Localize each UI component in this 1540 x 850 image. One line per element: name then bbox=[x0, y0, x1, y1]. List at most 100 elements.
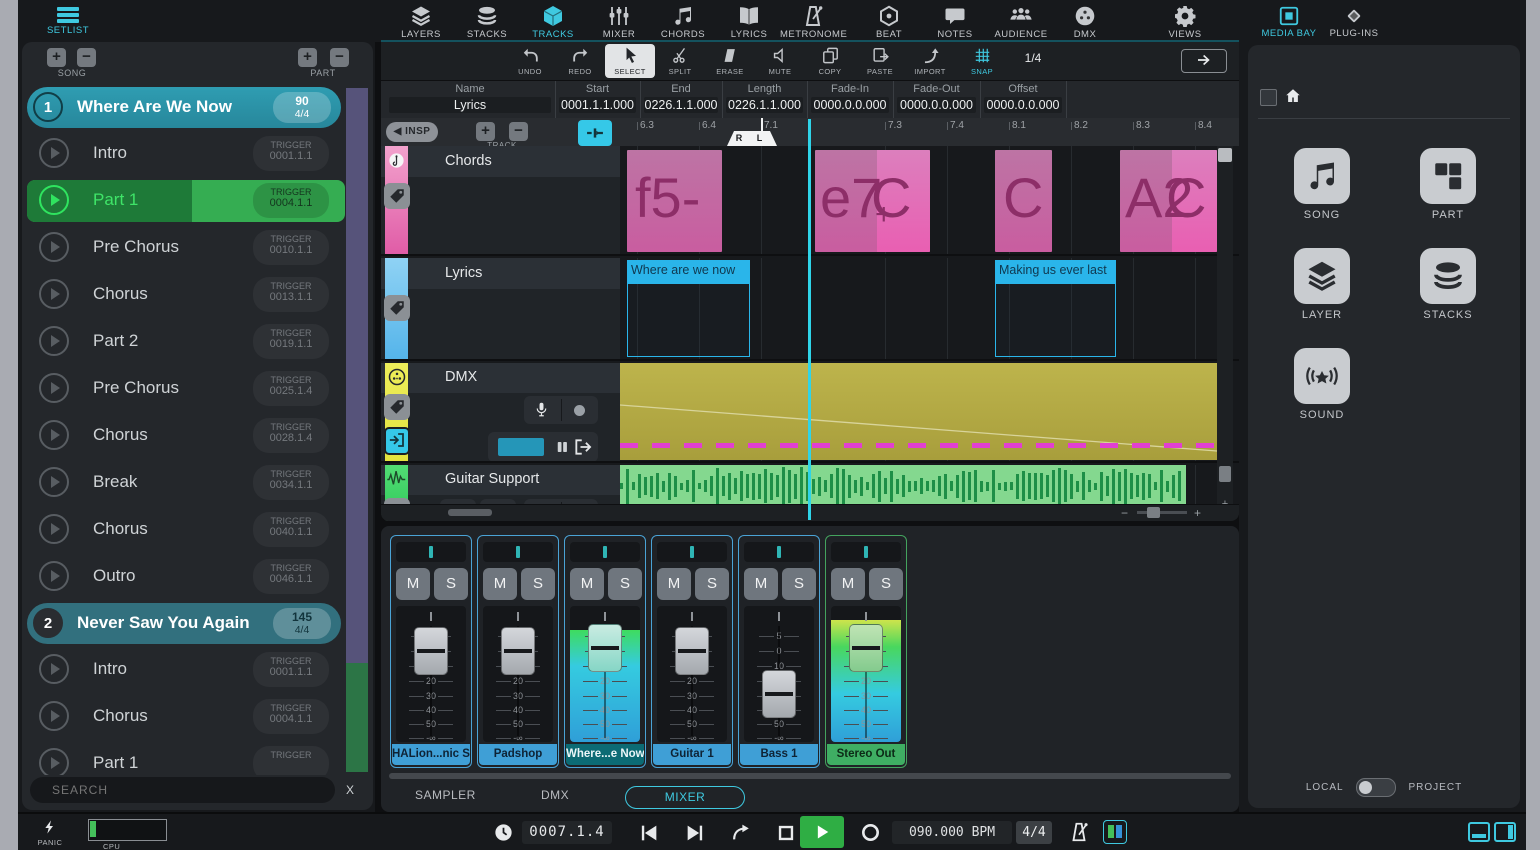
lyric-clip[interactable]: Making us ever last bbox=[995, 260, 1116, 357]
part-play-button[interactable] bbox=[39, 467, 69, 497]
info-field-length[interactable]: Length0226.1.1.000 bbox=[722, 81, 808, 119]
info-field-value[interactable]: Lyrics bbox=[389, 97, 551, 113]
metronome-toggle[interactable] bbox=[1068, 821, 1090, 843]
remove-part-button[interactable]: − bbox=[330, 48, 349, 67]
locator-flag[interactable]: R L bbox=[727, 131, 777, 146]
channel-state-box[interactable] bbox=[831, 542, 901, 562]
grid-value[interactable]: 1/4 bbox=[1011, 51, 1055, 65]
part-item-part-2[interactable]: Part 2TRIGGER0019.1.1 bbox=[27, 321, 345, 363]
part-item-part-1[interactable]: Part 1TRIGGER0004.1.1 bbox=[27, 180, 345, 222]
part-play-button[interactable] bbox=[39, 654, 69, 684]
view-toolbar-notes[interactable]: NOTES bbox=[922, 4, 988, 40]
channel-state-box[interactable] bbox=[570, 542, 640, 562]
solo-button[interactable]: S bbox=[695, 568, 729, 600]
solo-button[interactable]: S bbox=[521, 568, 555, 600]
fader-cap[interactable] bbox=[501, 627, 535, 675]
tool-copy[interactable]: COPY bbox=[805, 44, 855, 76]
retrigger-button[interactable] bbox=[730, 822, 752, 844]
channel-name[interactable]: Stereo Out bbox=[827, 744, 905, 765]
part-play-button[interactable] bbox=[39, 514, 69, 544]
channel-name[interactable]: Bass 1 bbox=[740, 744, 818, 765]
tool-undo[interactable]: UNDO bbox=[505, 44, 555, 76]
add-song-button[interactable]: + bbox=[47, 48, 66, 67]
track-name[interactable]: DMX bbox=[445, 369, 477, 385]
part-play-button[interactable] bbox=[39, 701, 69, 731]
hzoom-plus[interactable]: + bbox=[1194, 506, 1201, 520]
media-item-song[interactable] bbox=[1294, 148, 1350, 204]
local-project-toggle[interactable] bbox=[1356, 778, 1396, 797]
tab-mixer[interactable]: MIXER bbox=[625, 786, 745, 809]
mixer-channel-guitar-1[interactable]: MS501020304050-∞Guitar 1 bbox=[651, 535, 733, 768]
mute-button[interactable]: M bbox=[570, 568, 604, 600]
automation-button[interactable] bbox=[578, 120, 612, 146]
part-play-button[interactable] bbox=[39, 326, 69, 356]
tracks-vscrollbar-handle[interactable] bbox=[1218, 148, 1232, 162]
track-name[interactable]: Guitar Support bbox=[445, 471, 539, 487]
search-input[interactable] bbox=[50, 782, 314, 798]
view-toolbar-audience[interactable]: AUDIENCE bbox=[988, 4, 1054, 40]
part-item-intro[interactable]: IntroTRIGGER0001.1.1 bbox=[27, 649, 345, 691]
solo-button[interactable]: S bbox=[434, 568, 468, 600]
lyric-clip[interactable]: Where are we now bbox=[627, 260, 750, 357]
setlist-scroll-song2[interactable] bbox=[346, 663, 368, 772]
channel-state-box[interactable] bbox=[483, 542, 553, 562]
channel-state-box[interactable] bbox=[657, 542, 727, 562]
previous-part-button[interactable] bbox=[638, 822, 660, 844]
chord-clip[interactable]: C bbox=[995, 150, 1052, 252]
mixer-channel-halion-nic-se[interactable]: MS501020304050-∞HALion...nic SE bbox=[390, 535, 472, 768]
solo-button[interactable]: S bbox=[782, 568, 816, 600]
tag-icon[interactable] bbox=[384, 295, 410, 321]
record-dot[interactable] bbox=[574, 405, 585, 416]
channel-name[interactable]: Where...e Now bbox=[566, 744, 644, 765]
view-toolbar-stacks[interactable]: STACKS bbox=[454, 4, 520, 40]
chord-clip[interactable]: f5- bbox=[627, 150, 722, 252]
audio-clip[interactable] bbox=[620, 465, 1186, 507]
record-button[interactable] bbox=[860, 822, 881, 843]
tool-import[interactable]: IMPORT bbox=[905, 44, 955, 76]
vzoom-handle[interactable] bbox=[1219, 466, 1231, 482]
view-toolbar-tracks[interactable]: TRACKS bbox=[520, 4, 586, 40]
view-toolbar-layers[interactable]: LAYERS bbox=[388, 4, 454, 40]
setlist-scroll-song1[interactable] bbox=[346, 88, 368, 663]
tool-select[interactable]: SELECT bbox=[605, 44, 655, 78]
fader-cap[interactable] bbox=[762, 670, 796, 718]
layout-toggle-right[interactable] bbox=[1494, 822, 1516, 842]
part-item-chorus[interactable]: ChorusTRIGGER0040.1.1 bbox=[27, 509, 345, 551]
forward-button[interactable] bbox=[1181, 49, 1227, 73]
channel-name[interactable]: Padshop bbox=[479, 744, 557, 765]
mixer-scrollbar[interactable] bbox=[389, 773, 1231, 779]
media-item-stacks[interactable] bbox=[1420, 248, 1476, 304]
next-part-button[interactable] bbox=[684, 822, 706, 844]
part-item-break[interactable]: BreakTRIGGER0034.1.1 bbox=[27, 462, 345, 504]
info-field-fadein[interactable]: Fade-In0000.0.0.000 bbox=[807, 81, 894, 119]
channel-name[interactable]: Guitar 1 bbox=[653, 744, 731, 765]
tag-icon[interactable] bbox=[384, 394, 410, 420]
mute-button[interactable]: M bbox=[657, 568, 691, 600]
part-item-intro[interactable]: IntroTRIGGER0001.1.1 bbox=[27, 133, 345, 175]
part-item-pre-chorus[interactable]: Pre ChorusTRIGGER0025.1.4 bbox=[27, 368, 345, 410]
track-name[interactable]: Lyrics bbox=[445, 265, 482, 281]
chord-clip[interactable]: e7C+ bbox=[815, 150, 930, 252]
part-item-chorus[interactable]: ChorusTRIGGER0013.1.1 bbox=[27, 274, 345, 316]
info-field-end[interactable]: End0226.1.1.000 bbox=[640, 81, 723, 119]
song-item-2[interactable]: 2Never Saw You Again1454/4 bbox=[27, 603, 341, 644]
info-field-fadeout[interactable]: Fade-Out0000.0.0.000 bbox=[893, 81, 981, 119]
time-display[interactable]: 0007.1.4 bbox=[522, 821, 612, 844]
right-tab-plug-ins[interactable]: PLUG-INS bbox=[1323, 4, 1385, 39]
mixer-channel-where-e-now[interactable]: MS501020304050-∞Where...e Now bbox=[564, 535, 646, 768]
channel-name[interactable]: HALion...nic SE bbox=[392, 744, 470, 765]
solo-button[interactable]: S bbox=[869, 568, 903, 600]
tool-snap[interactable]: SNAP bbox=[957, 44, 1007, 76]
info-field-value[interactable]: 0000.0.0.000 bbox=[984, 97, 1062, 113]
part-play-button[interactable] bbox=[39, 185, 69, 215]
view-toolbar-lyrics[interactable]: LYRICS bbox=[716, 4, 782, 40]
solo-button[interactable]: S bbox=[608, 568, 642, 600]
search-box[interactable] bbox=[30, 777, 335, 803]
part-play-button[interactable] bbox=[39, 279, 69, 309]
dmx-input-button[interactable] bbox=[384, 427, 410, 455]
media-filter-checkbox[interactable] bbox=[1260, 89, 1277, 106]
home-icon[interactable] bbox=[1284, 87, 1302, 105]
info-field-value[interactable]: 0226.1.1.000 bbox=[644, 97, 718, 113]
part-play-button[interactable] bbox=[39, 748, 69, 775]
tempo-display[interactable]: 090.000 BPM bbox=[892, 821, 1012, 844]
